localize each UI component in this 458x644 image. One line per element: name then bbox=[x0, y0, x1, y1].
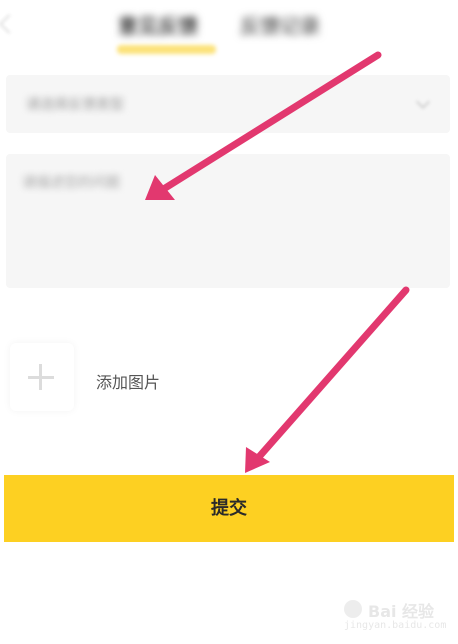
chevron-down-icon bbox=[415, 94, 431, 110]
active-tab-indicator bbox=[117, 45, 216, 54]
watermark-text: Bai 经验 bbox=[368, 602, 435, 621]
add-image-button[interactable] bbox=[10, 343, 74, 411]
plus-icon bbox=[28, 364, 54, 390]
baidu-jingyan-watermark: Bai 经验 jingyan.baidu.com bbox=[340, 598, 452, 638]
header-bar: 意见反馈 反馈记录 bbox=[0, 0, 458, 68]
feedback-description-textarea[interactable]: 请描述您的问题 bbox=[6, 154, 450, 288]
chevron-left-icon[interactable] bbox=[0, 14, 19, 34]
watermark-subtext: jingyan.baidu.com bbox=[344, 620, 447, 631]
baidu-paw-icon bbox=[344, 600, 362, 618]
submit-button[interactable]: 提交 bbox=[4, 475, 454, 542]
feedback-type-select[interactable]: 请选择反馈类型 bbox=[6, 75, 450, 133]
submit-label: 提交 bbox=[211, 498, 247, 518]
feedback-description-placeholder: 请描述您的问题 bbox=[22, 175, 120, 191]
feedback-type-placeholder: 请选择反馈类型 bbox=[26, 97, 124, 113]
tab-feedback[interactable]: 意见反馈 bbox=[118, 12, 198, 40]
tab-feedback-history[interactable]: 反馈记录 bbox=[240, 12, 320, 40]
add-image-label: 添加图片 bbox=[96, 373, 161, 392]
